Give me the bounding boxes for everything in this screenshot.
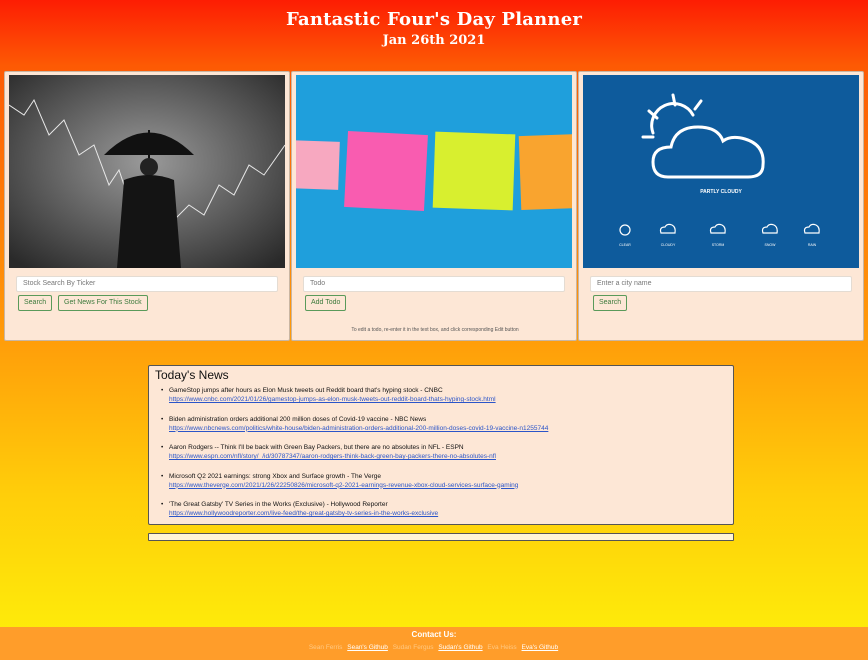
news-item: • Microsoft Q2 2021 earnings: strong Xbo…	[149, 473, 733, 502]
sean-name: Sean Ferris	[308, 644, 343, 651]
weather-card: PARTLY CLOUDY CLEAR CLOUDY STORM SNOW RA…	[578, 71, 864, 341]
stock-news-panel	[148, 533, 734, 541]
todo-hint: To edit a todo, re-enter it in the text …	[351, 327, 519, 333]
bullet-icon: •	[161, 444, 164, 451]
stock-news-button[interactable]: Get News For This Stock	[58, 295, 148, 311]
sean-github-link[interactable]: Sean's Github	[347, 644, 388, 651]
bullet-icon: •	[161, 501, 164, 508]
news-headline: Microsoft Q2 2021 earnings: strong Xbox …	[169, 472, 381, 480]
current-date: Jan 26th 2021	[382, 33, 486, 48]
sticky-notes-image	[296, 75, 572, 268]
weather-image: PARTLY CLOUDY CLEAR CLOUDY STORM SNOW RA…	[583, 75, 859, 268]
stock-card: Stock Search By Ticker Search Get News F…	[4, 71, 290, 341]
news-panel: Today's News • GameStop jumps after hour…	[148, 365, 734, 525]
sudan-name: Sudan Fergus	[392, 644, 434, 651]
sudan-github-link[interactable]: Sudan's Github	[438, 644, 482, 651]
weather-rain-label: RAIN	[808, 243, 817, 247]
news-link[interactable]: https://www.hollywoodreporter.com/live-f…	[169, 510, 733, 517]
eva-name: Eva Heiss	[487, 644, 517, 651]
weather-image-title: PARTLY CLOUDY	[700, 189, 742, 195]
news-headline: Aaron Rodgers -- Think I'll be back with…	[169, 444, 464, 451]
weather-search-button[interactable]: Search	[593, 295, 628, 311]
news-headline: GameStop jumps after hours as Elon Musk …	[169, 387, 443, 394]
city-input[interactable]: Enter a city name	[590, 276, 852, 292]
add-todo-button[interactable]: Add Todo	[305, 295, 347, 311]
bullet-icon: •	[161, 387, 164, 394]
news-link[interactable]: https://www.cnbc.com/2021/01/26/gamestop…	[169, 396, 733, 403]
news-item: • GameStop jumps after hours as Elon Mus…	[149, 387, 733, 416]
bullet-icon: •	[161, 472, 164, 480]
todo-input[interactable]: Todo	[303, 276, 565, 292]
weather-cloudy-label: CLOUDY	[661, 243, 676, 247]
eva-github-link[interactable]: Eva's Github	[522, 644, 559, 651]
stock-search-input[interactable]: Stock Search By Ticker	[16, 276, 278, 292]
news-item: • Aaron Rodgers -- Think I'll be back wi…	[149, 444, 733, 473]
news-link[interactable]: https://www.nbcnews.com/politics/white-h…	[169, 425, 733, 432]
weather-clear-label: CLEAR	[619, 243, 631, 247]
news-item: • Biden administration orders additional…	[149, 416, 733, 445]
weather-storm-label: STORM	[712, 243, 725, 247]
news-list: • GameStop jumps after hours as Elon Mus…	[149, 387, 733, 530]
news-link[interactable]: https://www.espn.com/nfl/story/_/id/3078…	[169, 453, 733, 460]
stock-search-button[interactable]: Search	[18, 295, 53, 311]
news-link[interactable]: https://www.theverge.com/2021/1/26/22250…	[169, 482, 733, 489]
stock-image	[9, 75, 285, 268]
bullet-icon: •	[161, 415, 164, 423]
github-links: Sean Ferris Sean's Github Sudan Fergus S…	[0, 644, 868, 651]
news-headline: Biden administration orders additional 2…	[169, 415, 427, 423]
news-headline: 'The Great Gatsby' TV Series in the Work…	[169, 501, 388, 508]
weather-snow-label: SNOW	[765, 243, 777, 247]
widget-cards: Stock Search By Ticker Search Get News F…	[4, 71, 866, 341]
todo-card: Todo Add Todo To edit a todo, re-enter i…	[291, 71, 577, 341]
news-item: • 'The Great Gatsby' TV Series in the Wo…	[149, 501, 733, 530]
contact-heading: Contact Us:	[411, 630, 457, 639]
footer: Contact Us: Sean Ferris Sean's Github Su…	[0, 627, 868, 660]
page-header: Fantastic Four's Day Planner Jan 26th 20…	[0, 0, 868, 70]
page-title: Fantastic Four's Day Planner	[285, 9, 583, 30]
news-title: Today's News	[155, 368, 229, 382]
